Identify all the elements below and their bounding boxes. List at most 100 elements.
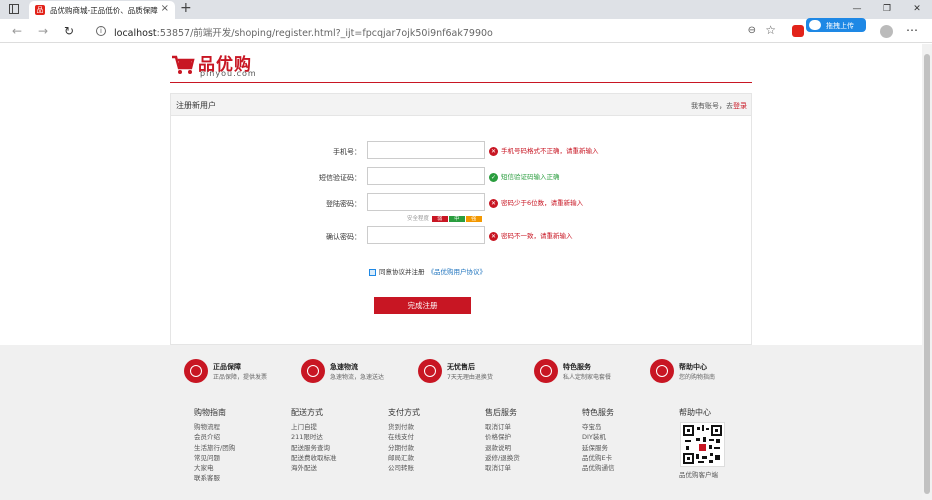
url-text[interactable]: localhost:53857/前端开发/shoping/register.ht…: [114, 25, 493, 39]
register-title: 注册新用户: [176, 101, 216, 110]
footer-col-special: 特色服务 夺宝岛 DIY装机 延保服务 品优购E卡 品优购通信: [582, 407, 672, 473]
new-tab-button[interactable]: +: [180, 0, 192, 16]
footer-link[interactable]: 货到付款: [388, 422, 478, 432]
register-header: 注册新用户 我有账号，去登录: [171, 94, 751, 116]
footer-link[interactable]: 品优购E卡: [582, 453, 672, 463]
qr-caption: 品优购客户端: [679, 471, 718, 479]
footer: 正品保障 正品保障，提供发票 急速物流 急速物流，急速送达 无忧售后 7天无理由…: [0, 345, 922, 500]
login-link[interactable]: 登录: [733, 102, 747, 110]
page: 品优购 pinyou.com 注册新用户 我有账号，去登录 手机号： ✕ 手机号码…: [0, 44, 922, 500]
cloud-icon: [809, 20, 821, 30]
upload-popup[interactable]: 拖拽上传: [806, 18, 866, 32]
tab-close-icon[interactable]: ×: [161, 3, 169, 14]
help-icon: [650, 359, 674, 383]
close-window-button[interactable]: ✕: [902, 0, 932, 19]
footer-link[interactable]: 返修/退换货: [485, 453, 575, 463]
strength-strong: 强: [465, 216, 482, 222]
footer-link[interactable]: 大家电: [194, 463, 284, 473]
footer-link[interactable]: 常见问题: [194, 453, 284, 463]
footer-col-delivery: 配送方式 上门自提 211限时达 配送服务查询 配送费收取标准 海外配送: [291, 407, 381, 473]
footer-link[interactable]: 购物流程: [194, 422, 284, 432]
footer-link[interactable]: 取消订单: [485, 422, 575, 432]
footer-link[interactable]: 邮局汇款: [388, 453, 478, 463]
footer-link[interactable]: 211限时达: [291, 432, 381, 442]
confirm-password-input[interactable]: [367, 226, 485, 244]
footer-link[interactable]: 延保服务: [582, 443, 672, 453]
footer-link[interactable]: DIY装机: [582, 432, 672, 442]
check-icon: ✓: [489, 172, 498, 182]
reload-icon[interactable]: ↻: [60, 22, 78, 40]
browser-tab[interactable]: 品 品优购商城-正品低价、品质保障 ×: [29, 1, 175, 19]
agreement-link[interactable]: 《品优购用户协议》: [428, 268, 487, 276]
footer-link[interactable]: 配送费收取标准: [291, 453, 381, 463]
site-info-icon[interactable]: i: [96, 26, 106, 36]
sms-code-message: ✓ 短信验证码输入正确: [489, 172, 560, 182]
window-controls: — ❐ ✕: [842, 0, 932, 19]
upload-label: 拖拽上传: [826, 22, 854, 30]
favorite-star-icon[interactable]: ☆: [765, 23, 776, 37]
tab-title: 品优购商城-正品低价、品质保障: [50, 6, 158, 15]
password-message: ✕ 密码少于6位数，请重新输入: [489, 198, 584, 208]
footer-col-aftersale: 售后服务 取消订单 价格保护 退款说明 返修/退换货 取消订单: [485, 407, 575, 473]
footer-link[interactable]: 品优购通信: [582, 463, 672, 473]
footer-link[interactable]: 生活旅行/团购: [194, 443, 284, 453]
confirm-password-message: ✕ 密码不一致，请重新输入: [489, 231, 573, 241]
error-icon: ✕: [489, 146, 498, 156]
back-arrow-icon[interactable]: ←: [8, 22, 26, 40]
strength-mid: 中: [448, 216, 465, 222]
profile-avatar[interactable]: [880, 25, 893, 38]
zoom-icon[interactable]: ⊖: [748, 25, 756, 36]
footer-link[interactable]: 海外配送: [291, 463, 381, 473]
password-label: 登陆密码：: [326, 200, 361, 208]
footer-link[interactable]: 配送服务查询: [291, 443, 381, 453]
have-account-text: 我有账号，去登录: [691, 102, 747, 110]
site-favicon-icon: 品: [35, 5, 45, 15]
footer-link[interactable]: 夺宝岛: [582, 422, 672, 432]
agree-checkbox[interactable]: [369, 268, 376, 276]
footer-link[interactable]: 分期付款: [388, 443, 478, 453]
browser-tab-bar: 品 品优购商城-正品低价、品质保障 × + — ❐ ✕: [0, 0, 932, 19]
sms-code-label: 短信验证码：: [319, 174, 361, 182]
footer-link[interactable]: 联系客服: [194, 473, 284, 483]
phone-label: 手机号：: [333, 148, 361, 156]
footer-link[interactable]: 会员介绍: [194, 432, 284, 442]
address-bar[interactable]: i localhost:53857/前端开发/shoping/register.…: [90, 22, 790, 40]
extension-icon[interactable]: [792, 25, 804, 37]
scrollbar-thumb[interactable]: [924, 54, 930, 494]
password-input[interactable]: [367, 193, 485, 211]
shield-icon: [184, 359, 208, 383]
confirm-password-label: 确认密码：: [326, 233, 361, 241]
sms-code-input[interactable]: [367, 167, 485, 185]
cart-logo-icon: [172, 55, 195, 74]
error-icon: ✕: [489, 231, 498, 241]
footer-link[interactable]: 公司转账: [388, 463, 478, 473]
agree-text: 同意协议并注册: [379, 268, 425, 276]
forward-arrow-icon[interactable]: →: [34, 22, 52, 40]
return-icon: [418, 359, 442, 383]
footer-link[interactable]: 在线支付: [388, 432, 478, 442]
submit-register-button[interactable]: 完成注册: [374, 297, 471, 314]
minimize-button[interactable]: —: [842, 0, 872, 19]
phone-input[interactable]: [367, 141, 485, 159]
footer-link[interactable]: 价格保护: [485, 432, 575, 442]
footer-link[interactable]: 上门自提: [291, 422, 381, 432]
register-panel: 注册新用户 我有账号，去登录 手机号： ✕ 手机号码格式不正确，请重新输入 短信验…: [170, 93, 752, 345]
footer-link[interactable]: 退款说明: [485, 443, 575, 453]
header-divider: [170, 82, 752, 83]
truck-icon: [301, 359, 325, 383]
agreement-row: 同意协议并注册 《品优购用户协议》: [369, 266, 486, 276]
maximize-button[interactable]: ❐: [872, 0, 902, 19]
footer-col-shopping-guide: 购物指南 购物流程 会员介绍 生活旅行/团购 常见问题 大家电 联系客服: [194, 407, 284, 484]
qr-code: [680, 422, 725, 467]
password-strength: 安全程度 弱中强: [407, 214, 482, 222]
strength-weak: 弱: [431, 216, 448, 222]
window-menu-icon[interactable]: [9, 4, 19, 14]
footer-link[interactable]: 取消订单: [485, 463, 575, 473]
page-scrollbar[interactable]: [922, 44, 932, 500]
phone-message: ✕ 手机号码格式不正确，请重新输入: [489, 146, 599, 156]
more-menu-icon[interactable]: ⋯: [906, 23, 918, 37]
footer-col-payment: 支付方式 货到付款 在线支付 分期付款 邮局汇款 公司转账: [388, 407, 478, 473]
logo-domain: pinyou.com: [200, 69, 257, 78]
qr-title: 帮助中心: [679, 408, 711, 417]
badge-icon: [534, 359, 558, 383]
